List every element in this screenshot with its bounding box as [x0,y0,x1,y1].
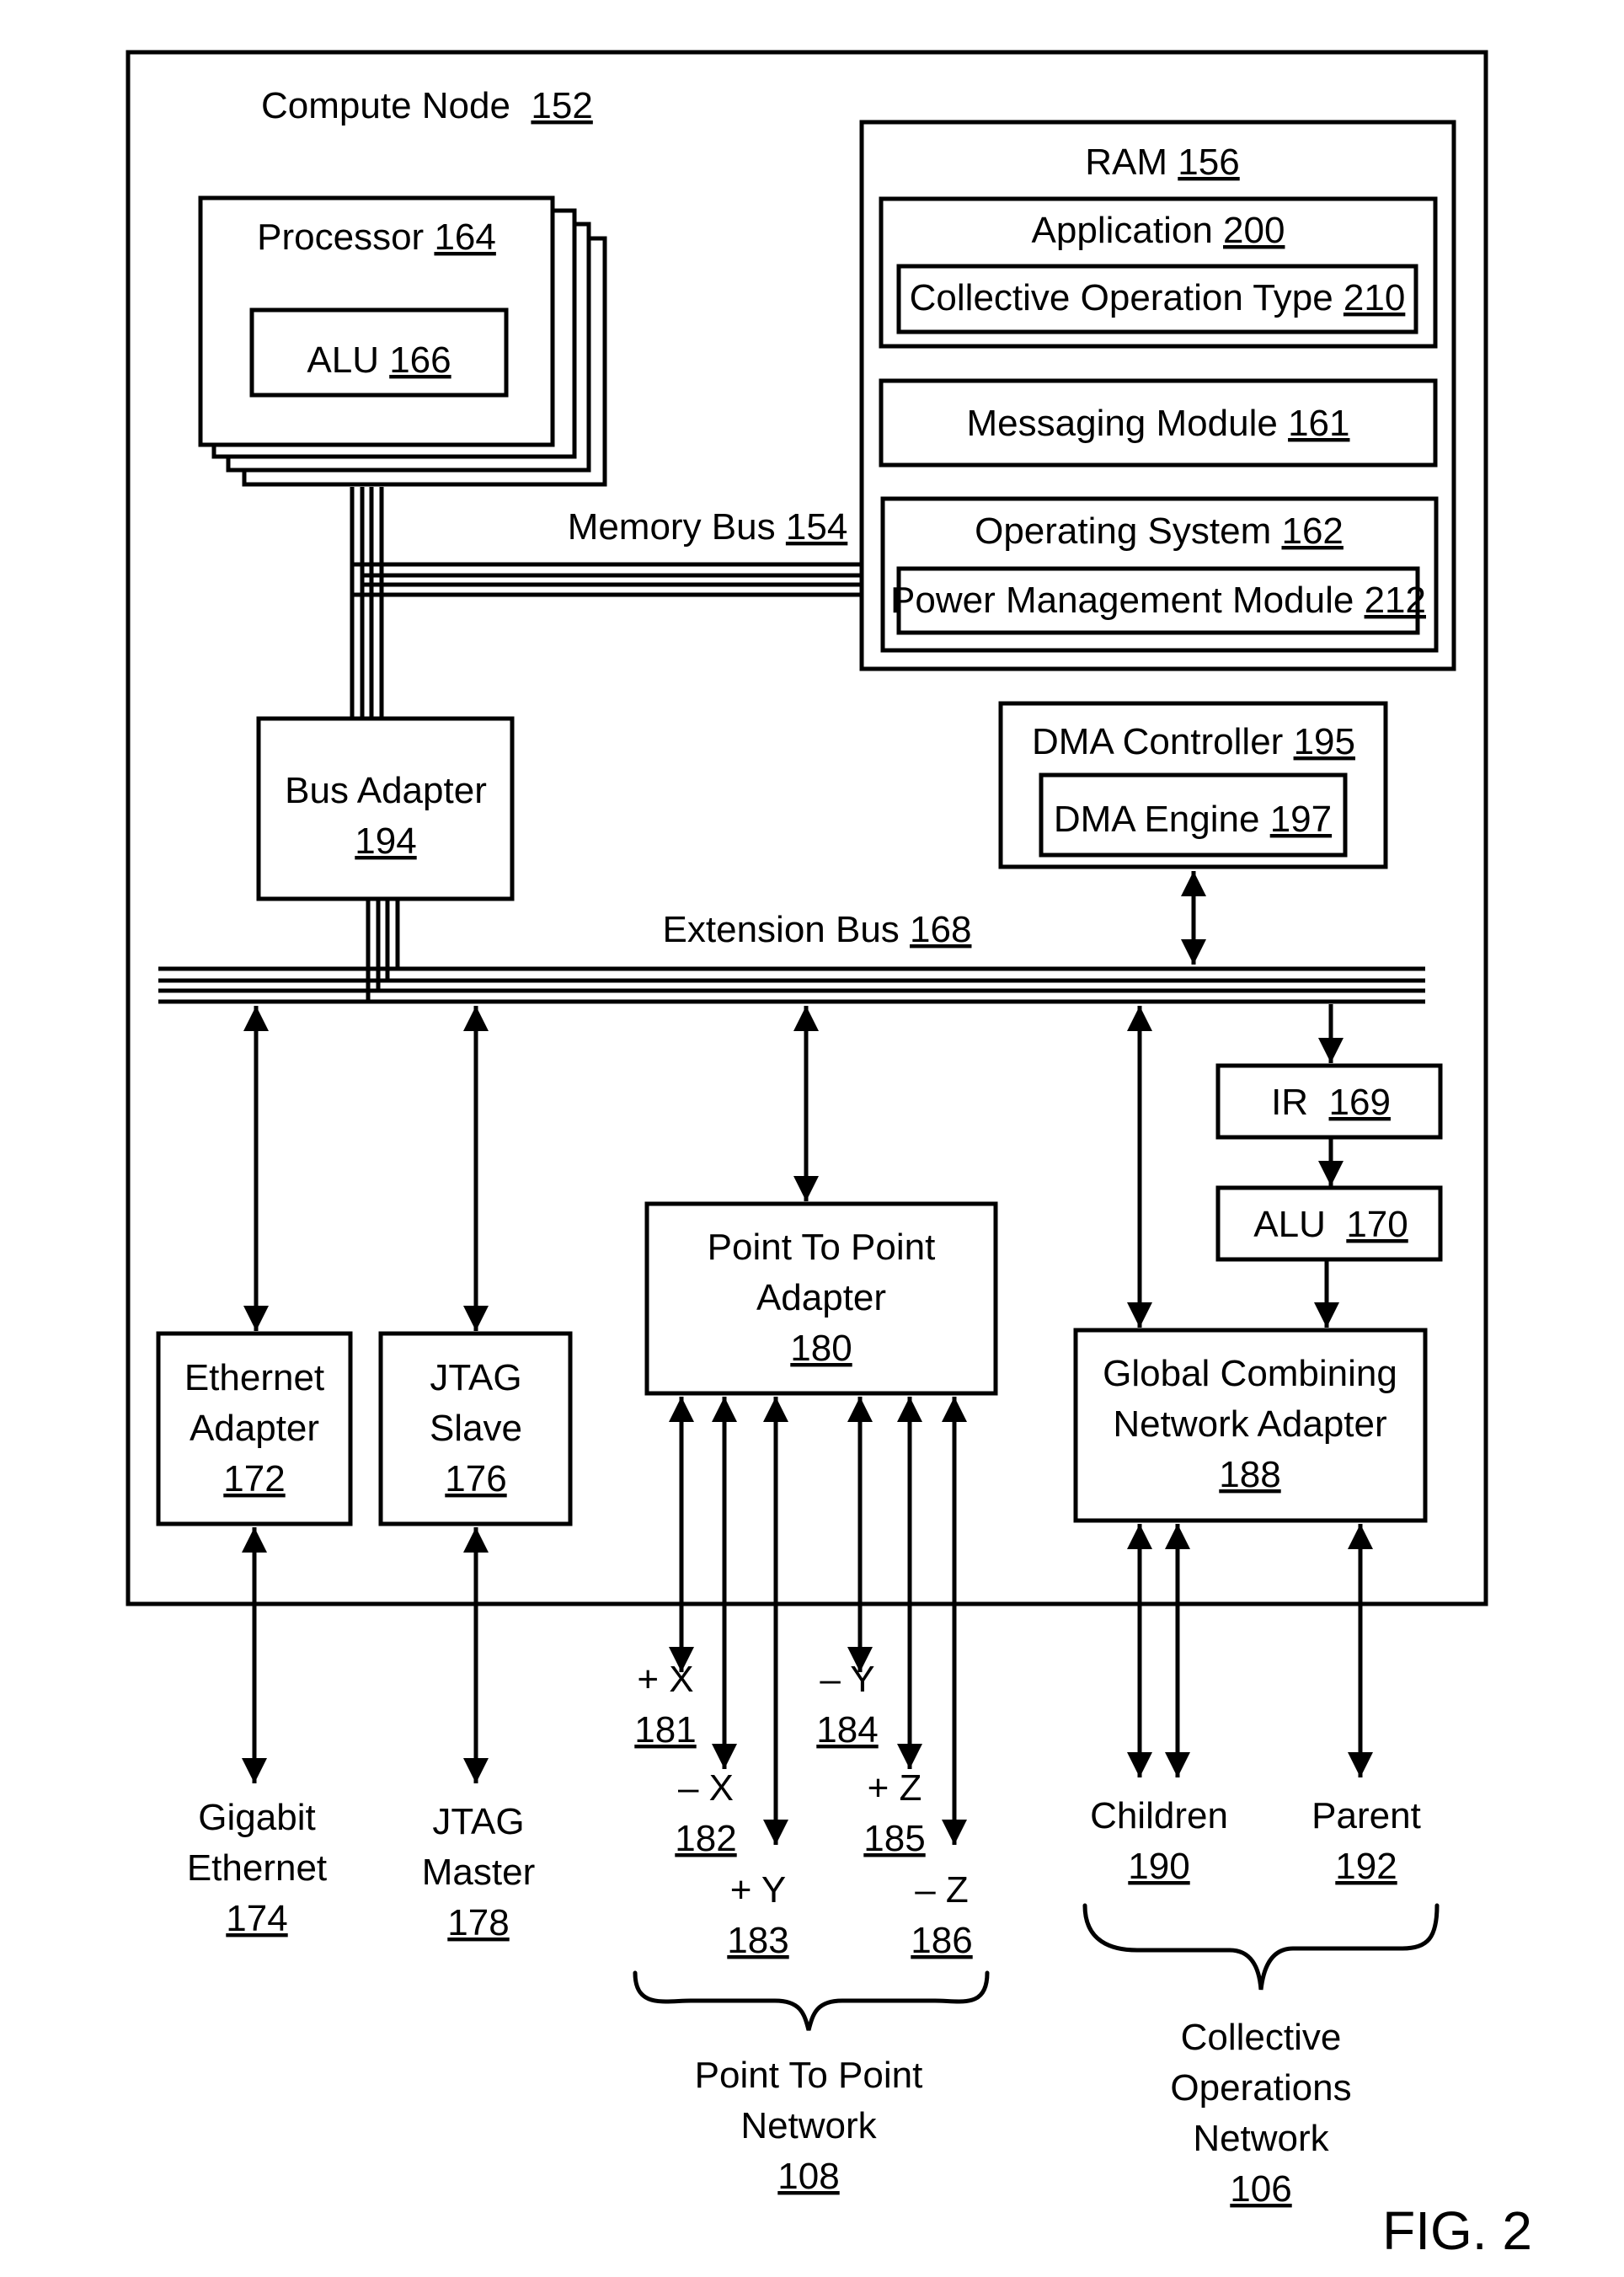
compute-node-label: Compute Node 152 [261,85,593,126]
p2p-network-line2: Network [740,2105,877,2146]
ethernet-adapter-line1: Ethernet [184,1357,324,1398]
collective-operation-type-label: Collective Operation Type 210 [910,277,1406,318]
children-label: Children [1090,1795,1228,1836]
ethernet-adapter-line2: Adapter [190,1408,319,1449]
jtag-slave-ref: 176 [445,1458,506,1499]
gigabit-ethernet-line2: Ethernet [187,1847,327,1889]
gcn-adapter-ref: 188 [1219,1454,1280,1495]
p2p-network-line1: Point To Point [695,2055,923,2096]
p2p-network-ref: 108 [777,2156,839,2197]
link-minus-x-label: – X [678,1767,734,1809]
link-plus-y-label: + Y [730,1869,787,1911]
collective-network-line2: Operations [1170,2067,1351,2109]
power-management-module-label: Power Management Module 212 [890,580,1426,621]
bus-adapter-ref: 194 [355,820,416,862]
collective-network-ref: 106 [1230,2168,1291,2210]
messaging-module-label: Messaging Module 161 [967,403,1350,444]
application-label: Application 200 [1032,210,1285,251]
dma-engine-label: DMA Engine 197 [1054,799,1332,840]
alu-166-label: ALU 166 [307,339,451,381]
link-plus-z-label: + Z [868,1767,922,1809]
link-plus-x-ref: 181 [634,1709,696,1751]
jtag-master-ref: 178 [447,1902,509,1943]
ram-label: RAM 156 [1085,142,1239,183]
jtag-slave-line2: Slave [430,1408,522,1449]
operating-system-label: Operating System 162 [975,510,1344,552]
memory-bus-label: Memory Bus 154 [568,506,848,548]
link-minus-y-ref: 184 [816,1709,878,1751]
p2p-network-brace [633,1970,990,2031]
compute-node-ref: 152 [531,85,592,126]
p2p-adapter-ref: 180 [790,1328,852,1369]
dma-controller-label: DMA Controller 195 [1032,721,1355,762]
bus-adapter-label: Bus Adapter [285,770,487,811]
link-labels: + X 181 – X 182 + Y 183 – Y 184 + Z 185 … [634,1659,972,1961]
jtag-master-line2: Master [422,1852,535,1893]
ethernet-adapter-ref: 172 [223,1458,285,1499]
gcn-adapter-line1: Global Combining [1103,1353,1397,1394]
gigabit-ethernet-line1: Gigabit [198,1797,315,1838]
gcn-adapter-line2: Network Adapter [1113,1403,1386,1445]
architecture-diagram: Compute Node 152 Processor 164 ALU 166 M… [126,50,1532,2261]
jtag-master-line1: JTAG [432,1801,524,1842]
parent-label: Parent [1311,1795,1421,1836]
link-plus-y-ref: 183 [727,1920,788,1961]
figure-label: FIG. 2 [1382,2200,1532,2261]
alu-170-label: ALU 170 [1253,1204,1408,1245]
link-plus-x-label: + X [637,1659,693,1700]
collective-network-line1: Collective [1181,2017,1342,2058]
processor-stack: Processor 164 ALU 166 [198,195,607,487]
extension-bus-label: Extension Bus 168 [663,909,972,950]
link-minus-y-label: – Y [820,1659,874,1700]
p2p-adapter-line2: Adapter [756,1277,886,1318]
p2p-adapter-line1: Point To Point [708,1227,936,1268]
ir-label: IR 169 [1271,1082,1391,1123]
collective-network-line3: Network [1193,2118,1329,2159]
gigabit-ethernet-ref: 174 [226,1898,287,1939]
link-minus-z-label: – Z [915,1869,969,1911]
link-plus-z-ref: 185 [863,1818,925,1859]
link-minus-x-ref: 182 [675,1818,736,1859]
ram-block: RAM 156 Application 200 Collective Opera… [859,120,1456,671]
processor-label: Processor 164 [257,216,496,258]
jtag-slave-line1: JTAG [430,1357,521,1398]
children-ref: 190 [1128,1846,1189,1887]
parent-ref: 192 [1335,1846,1397,1887]
collective-network-brace [1082,1903,1440,1991]
link-minus-z-ref: 186 [911,1920,972,1961]
